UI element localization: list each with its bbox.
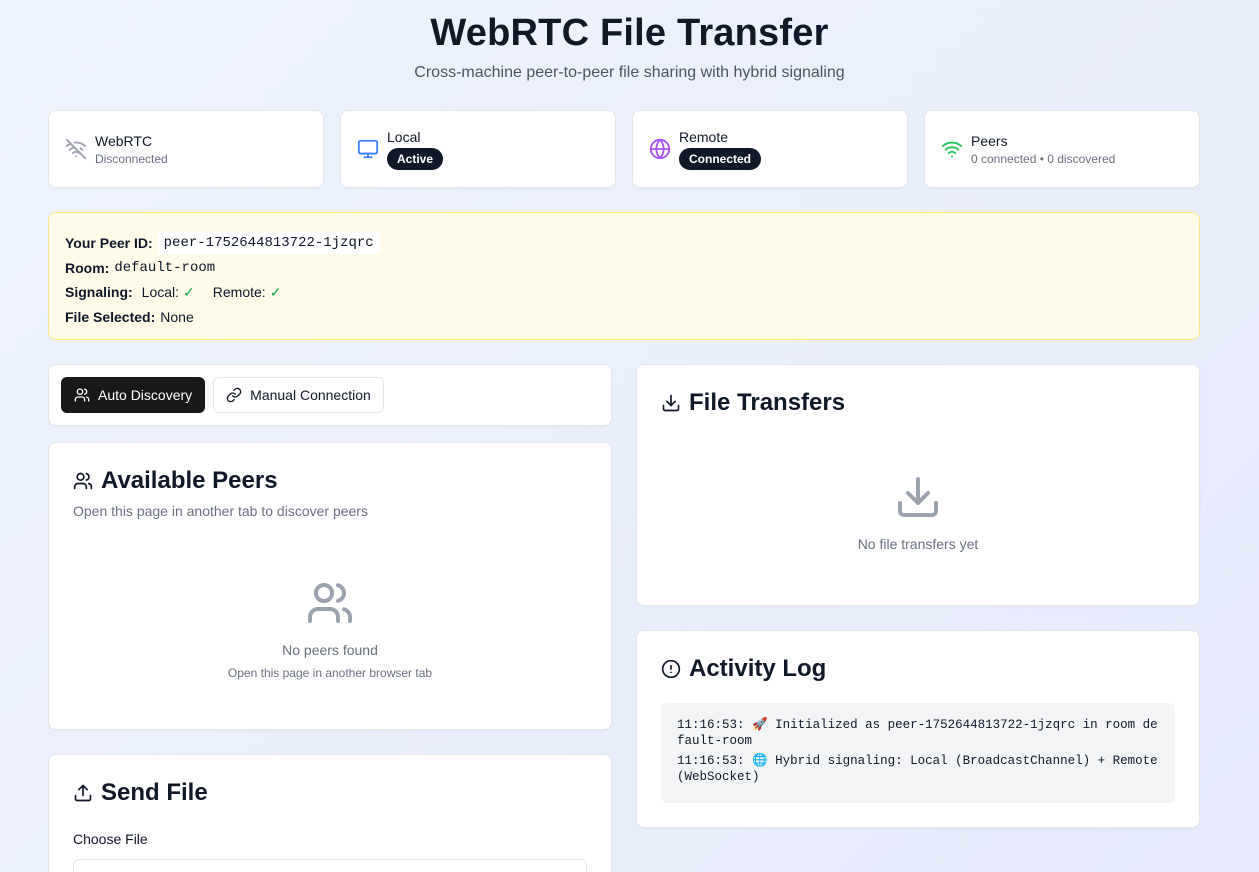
signaling-label: Signaling: [65,284,133,301]
users-icon [73,472,93,490]
page-header: WebRTC File Transfer Cross-machine peer-… [0,0,1259,82]
signaling-remote-check-icon: ✓ [269,283,282,300]
peer-id-value[interactable]: peer-1752644813722-1jzqrc [157,232,380,255]
local-status-badge: Active [387,147,444,170]
page-title: WebRTC File Transfer [430,12,829,54]
wifi-off-icon [65,138,87,160]
choose-file-label: Choose File [73,831,148,847]
file-selected-row: File Selected: None [65,305,1183,330]
globe-icon [649,138,671,160]
link-icon [226,387,242,403]
transfers-empty-text: No file transfers yet [857,536,979,552]
activity-log-header: Activity Log [661,655,1175,683]
peer-id-label: Your Peer ID: [65,235,153,252]
page-subtitle: Cross-machine peer-to-peer file sharing … [414,64,845,81]
local-status-title: Local [387,128,421,145]
alert-circle-icon [661,659,681,679]
download-icon [662,394,680,412]
file-input[interactable] [73,859,587,872]
peers-empty-state: No peers found Open this page in another… [73,579,587,680]
tab-manual-connection[interactable]: Manual Connection [213,377,384,413]
webrtc-status-value: Disconnected [95,151,168,166]
status-row: WebRTC Disconnected Local Active Remote … [48,110,1200,188]
signaling-local-label: Local: [141,284,180,301]
users-icon [74,388,90,402]
peers-status-value: 0 connected • 0 discovered [971,151,1116,166]
activity-log-title: Activity Log [689,655,827,682]
available-peers-subtitle: Open this page in another tab to discove… [73,503,368,519]
room-value: default-room [114,259,216,276]
download-empty-icon [898,477,938,517]
send-file-header: Send File [73,779,587,807]
available-peers-title: Available Peers [101,467,278,494]
signaling-remote-label: Remote: [212,284,266,301]
log-entry: 11:16:53: 🌐 Hybrid signaling: Local (Bro… [677,754,1158,784]
wifi-icon [941,141,963,158]
tab-auto-discovery[interactable]: Auto Discovery [61,377,206,413]
file-transfers-header: File Transfers [661,389,1175,417]
connection-mode-tabs: Auto Discovery Manual Connection [48,364,612,426]
room-label: Room: [65,259,110,276]
peers-status-title: Peers [971,132,1008,149]
signaling-local-check-icon: ✓ [183,283,195,300]
activity-log-box: 11:16:53: 🚀 Initialized as peer-17526448… [661,703,1175,803]
remote-status-card: Remote Connected [632,110,908,188]
tab-manual-connection-label: Manual Connection [250,387,371,403]
available-peers-card: Available Peers Open this page in anothe… [48,442,612,730]
users-empty-icon [308,583,352,623]
signaling-row: Signaling: Local: ✓ Remote: ✓ [65,280,1183,305]
file-transfers-card: File Transfers No file transfers yet [636,364,1200,606]
peer-id-row: Your Peer ID: peer-1752644813722-1jzqrc [65,231,1183,256]
remote-status-title: Remote [679,128,729,145]
file-selected-value: None [160,308,194,325]
peers-empty-subtitle: Open this page in another browser tab [227,666,433,680]
webrtc-status-card: WebRTC Disconnected [48,110,324,188]
upload-icon [74,784,92,802]
activity-log-card: Activity Log 11:16:53: 🚀 Initialized as … [636,630,1200,828]
room-row: Room: default-room [65,256,1183,281]
tab-auto-discovery-label: Auto Discovery [98,387,193,403]
send-file-title: Send File [101,779,208,806]
transfers-empty-state: No file transfers yet [661,473,1175,552]
file-transfers-title: File Transfers [689,389,846,416]
local-status-card: Local Active [340,110,616,188]
session-info-panel: Your Peer ID: peer-1752644813722-1jzqrc … [48,212,1200,340]
file-selected-label: File Selected: [65,308,156,325]
peers-status-card: Peers 0 connected • 0 discovered [924,110,1200,188]
webrtc-status-title: WebRTC [95,132,153,149]
monitor-icon [357,139,379,159]
peers-empty-title: No peers found [282,642,378,658]
available-peers-header: Available Peers [73,467,587,495]
send-file-card: Send File Choose File [48,754,612,872]
log-entry: 11:16:53: 🚀 Initialized as peer-17526448… [677,718,1158,748]
remote-status-badge: Connected [679,147,762,170]
